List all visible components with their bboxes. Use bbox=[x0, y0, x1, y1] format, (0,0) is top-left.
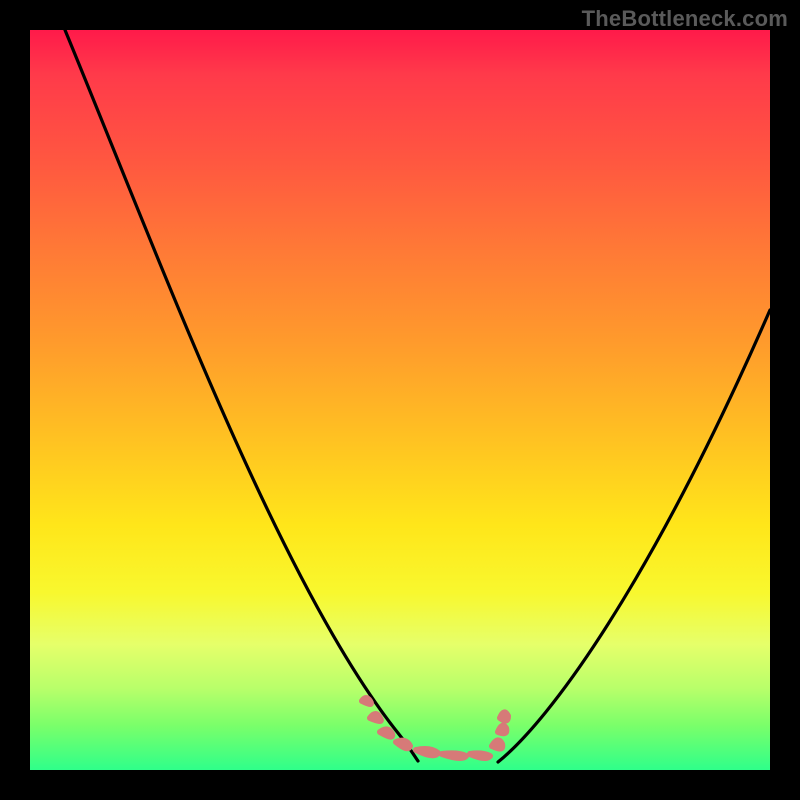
plot-area bbox=[30, 30, 770, 770]
chart-frame: TheBottleneck.com bbox=[0, 0, 800, 800]
curve-overlay bbox=[30, 30, 770, 770]
watermark-label: TheBottleneck.com bbox=[582, 6, 788, 32]
left-curve bbox=[65, 30, 418, 761]
right-curve bbox=[498, 310, 770, 762]
bottleneck-marks bbox=[362, 698, 508, 758]
